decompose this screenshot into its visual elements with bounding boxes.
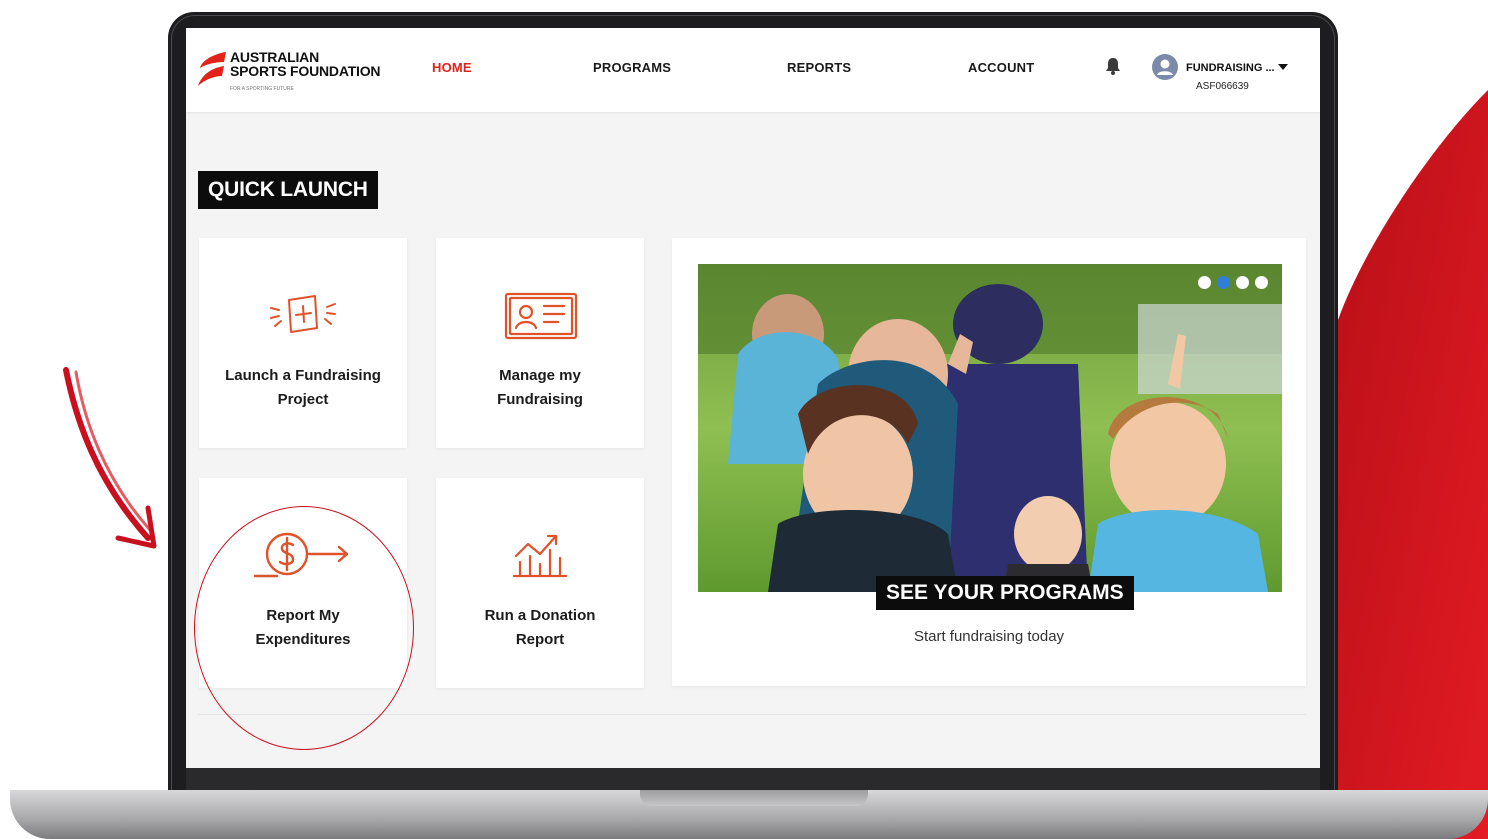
red-arrow-annotation-icon bbox=[63, 367, 157, 549]
laptop-notch bbox=[640, 790, 868, 806]
add-project-icon bbox=[270, 295, 336, 333]
user-name[interactable]: FUNDRAISING ... bbox=[1186, 62, 1275, 74]
stage: AUSTRALIAN SPORTS FOUNDATION FOR A SPORT… bbox=[0, 0, 1488, 839]
carousel-dot-4[interactable] bbox=[1255, 276, 1268, 289]
top-header: AUSTRALIAN SPORTS FOUNDATION FOR A SPORT… bbox=[186, 28, 1320, 112]
id-card-icon bbox=[504, 292, 578, 340]
carousel-dots bbox=[1198, 276, 1268, 289]
user-avatar-icon[interactable] bbox=[1152, 54, 1178, 80]
logo-line1: AUSTRALIAN bbox=[230, 49, 319, 65]
logo-line2: SPORTS FOUNDATION bbox=[230, 63, 381, 79]
photo-illustration bbox=[698, 264, 1282, 592]
logo-tagline: FOR A SPORTING FUTURE bbox=[230, 86, 294, 92]
nav-reports[interactable]: REPORTS bbox=[787, 60, 851, 75]
tile-label-line1: Run a Donation bbox=[484, 607, 596, 624]
bell-icon[interactable] bbox=[1104, 56, 1122, 76]
tile-run-donation-report[interactable]: Run a Donation Report bbox=[436, 478, 644, 688]
carousel-photo[interactable] bbox=[698, 264, 1282, 592]
carousel-title[interactable]: SEE YOUR PROGRAMS bbox=[876, 576, 1134, 610]
carousel-dot-3[interactable] bbox=[1236, 276, 1249, 289]
logo-text: AUSTRALIAN SPORTS FOUNDATION bbox=[230, 49, 381, 79]
tile-label: Manage my Fundraising bbox=[436, 364, 644, 412]
tile-label-line2: Report bbox=[515, 631, 565, 648]
programs-carousel[interactable]: SEE YOUR PROGRAMS Start fundraising toda… bbox=[672, 238, 1306, 686]
tile-label: Launch a Fundraising Project bbox=[199, 364, 407, 412]
highlight-circle-annotation bbox=[194, 506, 414, 750]
chart-growth-icon bbox=[512, 534, 568, 578]
nav-programs[interactable]: PROGRAMS bbox=[593, 60, 671, 75]
carousel-dot-2[interactable] bbox=[1217, 276, 1230, 289]
tile-manage-my-fundraising[interactable]: Manage my Fundraising bbox=[436, 238, 644, 448]
tile-label: Run a Donation Report bbox=[436, 604, 644, 652]
tile-label-line1: Manage my bbox=[499, 367, 581, 384]
user-id: ASF066639 bbox=[1196, 81, 1249, 92]
chevron-down-icon[interactable] bbox=[1278, 64, 1288, 70]
asf-logo[interactable]: AUSTRALIAN SPORTS FOUNDATION FOR A SPORT… bbox=[196, 46, 386, 96]
tile-label-line2: Fundraising bbox=[497, 391, 583, 408]
nav-account[interactable]: ACCOUNT bbox=[968, 60, 1034, 75]
tile-launch-fundraising-project[interactable]: Launch a Fundraising Project bbox=[199, 238, 407, 448]
carousel-dot-1[interactable] bbox=[1198, 276, 1211, 289]
asf-logo-mark-icon bbox=[198, 52, 226, 86]
carousel-subtitle: Start fundraising today bbox=[913, 628, 1065, 645]
laptop-bezel-bottom bbox=[186, 768, 1320, 790]
tile-label-line1: Launch a Fundraising bbox=[225, 367, 381, 384]
quick-launch-title: QUICK LAUNCH bbox=[198, 171, 378, 209]
tile-label-line2: Project bbox=[277, 391, 329, 408]
nav-home[interactable]: HOME bbox=[432, 60, 472, 75]
